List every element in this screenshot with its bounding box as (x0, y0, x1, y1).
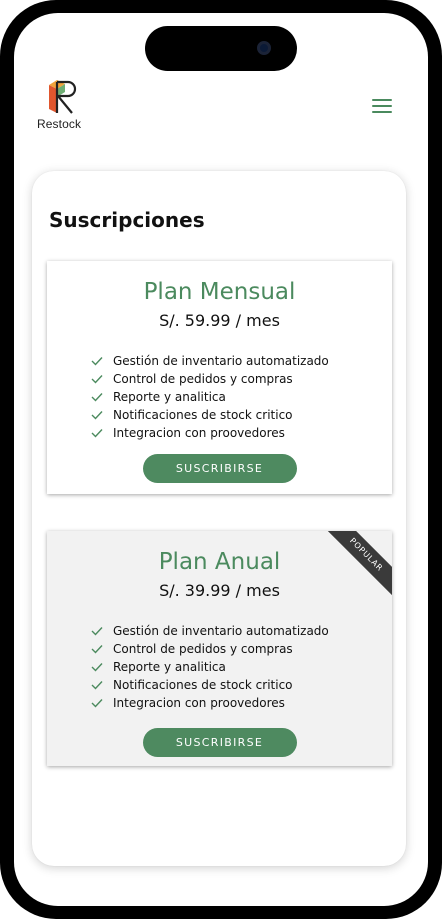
subscribe-button-monthly[interactable]: SUSCRIBIRSE (142, 454, 297, 483)
feature-item: Notificaciones de stock critico (91, 676, 392, 694)
check-icon (91, 699, 103, 708)
phone-frame: Restock Suscripciones Plan Mensual S/. 5… (0, 0, 442, 919)
feature-item: Integracion con proovedores (91, 694, 392, 712)
check-icon (91, 429, 103, 438)
subscribe-button-annual[interactable]: SUSCRIBIRSE (142, 728, 297, 757)
plan-name: Plan Mensual (143, 279, 296, 305)
side-button-left-1 (0, 172, 2, 202)
feature-text: Notificaciones de stock critico (113, 408, 293, 422)
feature-item: Notificaciones de stock critico (91, 406, 392, 424)
feature-text: Reporte y analitica (113, 660, 226, 674)
feature-list: Gestión de inventario automatizado Contr… (91, 622, 392, 712)
feature-text: Notificaciones de stock critico (113, 678, 293, 692)
feature-text: Integracion con proovedores (113, 696, 285, 710)
phone-screen: Restock Suscripciones Plan Mensual S/. 5… (14, 13, 428, 906)
feature-item: Control de pedidos y compras (91, 640, 392, 658)
side-button-left-2 (0, 238, 2, 298)
feature-item: Reporte y analitica (91, 388, 392, 406)
feature-item: Gestión de inventario automatizado (91, 622, 392, 640)
front-camera-icon (257, 41, 271, 55)
plan-price: S/. 59.99 / mes (159, 311, 280, 330)
check-icon (91, 357, 103, 366)
page-title: Suscripciones (49, 208, 205, 232)
check-icon (91, 375, 103, 384)
check-icon (91, 411, 103, 420)
feature-list: Gestión de inventario automatizado Contr… (91, 352, 392, 442)
feature-text: Control de pedidos y compras (113, 372, 293, 386)
feature-text: Control de pedidos y compras (113, 642, 293, 656)
feature-item: Integracion con proovedores (91, 424, 392, 442)
plan-name: Plan Anual (158, 549, 281, 575)
check-icon (91, 663, 103, 672)
feature-text: Gestión de inventario automatizado (113, 624, 329, 638)
check-icon (91, 393, 103, 402)
feature-item: Gestión de inventario automatizado (91, 352, 392, 370)
check-icon (91, 681, 103, 690)
plan-price: S/. 39.99 / mes (159, 581, 280, 600)
brand-logo[interactable]: Restock (37, 79, 93, 131)
side-button-left-3 (0, 326, 2, 386)
feature-text: Gestión de inventario automatizado (113, 354, 329, 368)
feature-item: Control de pedidos y compras (91, 370, 392, 388)
plan-card-annual: POPULAR Plan Anual S/. 39.99 / mes Gesti… (47, 531, 392, 766)
check-icon (91, 627, 103, 636)
check-icon (91, 645, 103, 654)
brand-name: Restock (37, 117, 82, 131)
feature-item: Reporte y analitica (91, 658, 392, 676)
restock-logo-icon (49, 80, 77, 114)
dynamic-island (145, 26, 297, 71)
subscriptions-panel: Suscripciones Plan Mensual S/. 59.99 / m… (32, 171, 406, 866)
plan-card-monthly: Plan Mensual S/. 59.99 / mes Gestión de … (47, 261, 392, 494)
hamburger-menu-icon[interactable] (372, 99, 392, 113)
feature-text: Integracion con proovedores (113, 426, 285, 440)
feature-text: Reporte y analitica (113, 390, 226, 404)
